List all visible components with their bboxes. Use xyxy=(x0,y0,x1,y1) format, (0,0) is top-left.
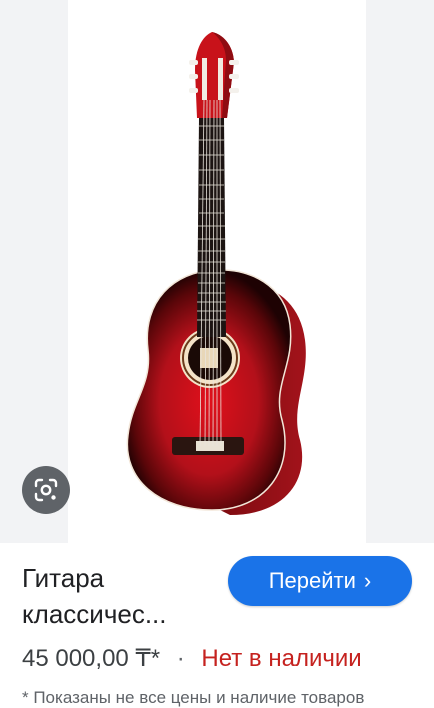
go-button-label: Перейти xyxy=(268,568,356,593)
stock-status: Нет в наличии xyxy=(201,645,362,672)
product-title[interactable]: Гитара классичес... xyxy=(22,560,222,632)
lens-search-button[interactable] xyxy=(22,466,70,514)
product-price: 45 000,00 ₸* xyxy=(22,645,161,672)
lens-search-icon xyxy=(34,478,58,502)
product-image-area[interactable] xyxy=(0,0,434,543)
product-title-line-1: Гитара xyxy=(22,563,105,593)
guitar-image[interactable] xyxy=(0,0,434,543)
chevron-right-icon: › xyxy=(363,568,372,593)
go-to-store-button[interactable]: Перейти › xyxy=(228,556,412,606)
price-row: 45 000,00 ₸* · Нет в наличии xyxy=(22,644,362,673)
price-footnote: * Показаны не все цены и наличие товаров xyxy=(22,688,365,707)
product-title-line-2: классичес... xyxy=(22,599,167,629)
separator-dot: · xyxy=(176,645,185,672)
